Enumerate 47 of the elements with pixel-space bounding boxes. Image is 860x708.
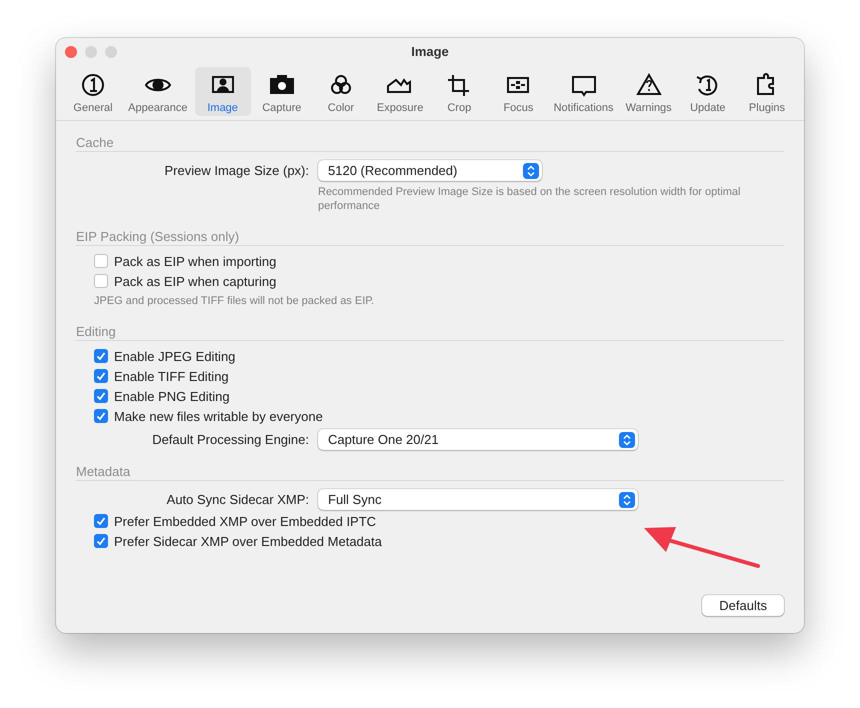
checkbox-label: Pack as EIP when importing — [114, 254, 276, 268]
checkbox[interactable] — [94, 369, 108, 383]
window-title: Image — [411, 44, 449, 58]
checkbox[interactable] — [94, 409, 108, 423]
toolbar-tab[interactable]: Update — [680, 67, 736, 116]
checkbox[interactable] — [94, 349, 108, 363]
toolbar-tab[interactable]: Color — [312, 67, 369, 116]
checkbox-label: Pack as EIP when capturing — [114, 274, 276, 288]
defaults-button[interactable]: Defaults — [702, 595, 784, 616]
close-button[interactable] — [65, 46, 77, 58]
checkbox[interactable] — [94, 274, 108, 288]
checkbox-label: Enable JPEG Editing — [114, 348, 236, 364]
toolbar-tab[interactable]: Warnings — [620, 67, 677, 116]
toolbar-tab[interactable]: Appearance — [124, 67, 192, 116]
checkbox[interactable] — [94, 514, 108, 528]
stepper-icon — [619, 492, 635, 508]
checkbox-label: Make new files writable by everyone — [114, 408, 323, 424]
toolbar-tab[interactable]: Capture — [254, 67, 310, 116]
checkbox[interactable] — [94, 534, 108, 548]
stepper-icon — [619, 432, 635, 448]
popup-menu[interactable]: Full Sync — [318, 489, 638, 510]
field-label: Preview Image Size (px): — [164, 163, 309, 178]
checkbox-label: Enable TIFF Editing — [114, 368, 229, 384]
checkbox[interactable] — [94, 254, 108, 268]
section-header: Cache — [76, 135, 784, 152]
toolbar-tab[interactable]: Exposure — [372, 67, 428, 116]
section-header: Editing — [76, 324, 784, 341]
popup-menu[interactable]: Capture One 20/21 — [318, 429, 638, 450]
checkbox-label: Enable PNG Editing — [114, 388, 230, 404]
toolbar-tab[interactable]: Crop — [431, 67, 488, 116]
stepper-icon — [523, 162, 539, 178]
section-header: Metadata — [76, 464, 784, 481]
toolbar-tab[interactable]: Plugins — [738, 67, 795, 116]
section-header: EIP Packing (Sessions only) — [76, 229, 784, 246]
toolbar-tab[interactable]: Focus — [490, 67, 546, 116]
popup-menu[interactable]: 5120 (Recommended) — [318, 160, 542, 181]
field-label: Auto Sync Sidecar XMP: — [166, 492, 309, 507]
field-label: Default Processing Engine: — [151, 432, 309, 447]
checkbox-label: Prefer Sidecar XMP over Embedded Metadata — [114, 534, 382, 548]
checkbox[interactable] — [94, 389, 108, 403]
help-text: JPEG and processed TIFF files will not be packed as EIP. — [94, 294, 376, 308]
toolbar-tab[interactable]: Image — [194, 67, 251, 116]
warning-icon — [634, 72, 664, 98]
toolbar-tab[interactable]: General — [65, 67, 121, 116]
checkbox-label: Prefer Embedded XMP over Embedded IPTC — [114, 514, 376, 528]
toolbar-tab[interactable]: Notifications — [550, 67, 618, 116]
help-text: Recommended Preview Image Size is based on the screen resolution width for optimal performance — [318, 185, 742, 213]
